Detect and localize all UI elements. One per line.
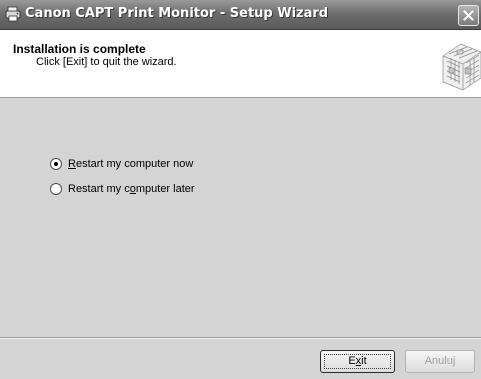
cancel-button[interactable]: Anuluj bbox=[405, 350, 475, 373]
title-bar[interactable]: Canon CAPT Print Monitor - Setup Wizard bbox=[0, 0, 481, 30]
radio-selected-dot bbox=[54, 162, 58, 166]
close-icon bbox=[463, 10, 474, 21]
radio-restart-later[interactable]: Restart my computer later bbox=[50, 181, 195, 197]
exit-button[interactable]: Exit bbox=[320, 350, 395, 373]
radio-button[interactable] bbox=[50, 158, 62, 170]
header-subtitle: Click [Exit] to quit the wizard. bbox=[36, 56, 177, 68]
header-title: Installation is complete bbox=[13, 42, 146, 56]
radio-restart-later-label: Restart my computer later bbox=[68, 183, 195, 195]
window-title: Canon CAPT Print Monitor - Setup Wizard bbox=[25, 6, 329, 21]
setup-wizard-window: Canon CAPT Print Monitor - Setup Wizard … bbox=[0, 0, 481, 379]
exit-button-label: Exit bbox=[348, 355, 367, 367]
footer-separator bbox=[0, 337, 481, 339]
radio-restart-now[interactable]: Restart my computer now bbox=[50, 156, 193, 172]
wizard-graphic-icon bbox=[437, 38, 481, 92]
printer-icon bbox=[5, 6, 21, 22]
wizard-header: Installation is complete Click [Exit] to… bbox=[0, 30, 481, 98]
radio-button[interactable] bbox=[50, 183, 62, 195]
close-button[interactable] bbox=[458, 5, 479, 26]
radio-restart-now-label: Restart my computer now bbox=[68, 158, 194, 170]
